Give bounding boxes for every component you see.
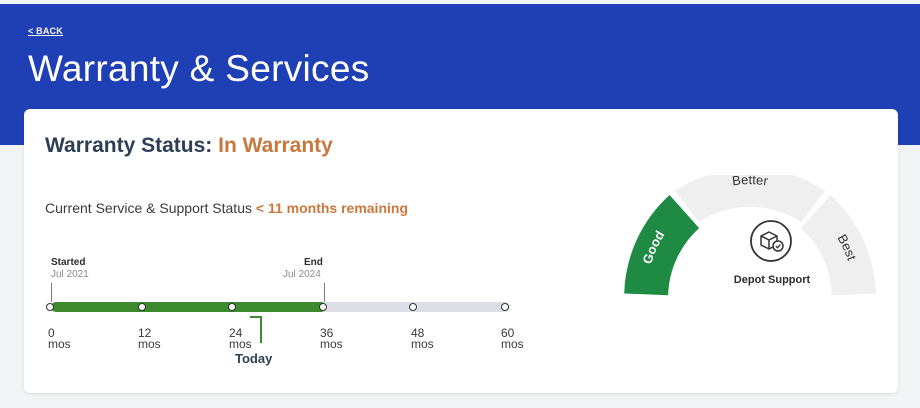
tick-unit: mos: [138, 337, 161, 351]
gauge-center-label: Depot Support: [734, 274, 811, 286]
tick-unit: mos: [411, 337, 434, 351]
timeline-tick: 36 mos: [320, 327, 343, 351]
timeline-dot: [409, 303, 417, 311]
warranty-timeline: Started Jul 2021 End Jul 2024 0 mos 12 m…: [24, 109, 584, 393]
back-link[interactable]: < BACK: [28, 26, 63, 36]
timeline-end-title: End: [304, 257, 323, 268]
tick-unit: mos: [320, 337, 343, 351]
timeline-tick: 60 mos: [501, 327, 524, 351]
tick-unit: mos: [501, 337, 524, 351]
timeline-tick: 24 mos: [229, 327, 252, 351]
today-label: Today: [235, 351, 273, 366]
timeline-start-marker: [51, 283, 52, 302]
timeline-dot: [138, 303, 146, 311]
timeline-tick: 48 mos: [411, 327, 434, 351]
timeline-dot: [46, 303, 54, 311]
page-title: Warranty & Services: [28, 48, 370, 89]
timeline-dot: [228, 303, 236, 311]
tick-unit: mos: [48, 337, 71, 351]
gauge-svg: Good Better Best Depot Support: [624, 168, 876, 296]
timeline-tick: 12 mos: [138, 327, 161, 351]
timeline-end-date: Jul 2024: [283, 269, 321, 280]
tick-unit: mos: [229, 337, 252, 351]
timeline-start-date: Jul 2021: [51, 269, 89, 280]
timeline-start-title: Started: [51, 257, 86, 268]
timeline-progress-fill: [51, 302, 326, 312]
timeline-tick: 0 mos: [48, 327, 71, 351]
warranty-card: Warranty Status: In Warranty Current Ser…: [24, 109, 898, 393]
timeline-dot: [319, 303, 327, 311]
package-support-icon: [750, 220, 792, 262]
today-marker: [260, 316, 262, 343]
support-level-gauge: Good Better Best Depot Support: [618, 168, 882, 311]
timeline-dot: [501, 303, 509, 311]
timeline-end-marker: [324, 283, 325, 302]
